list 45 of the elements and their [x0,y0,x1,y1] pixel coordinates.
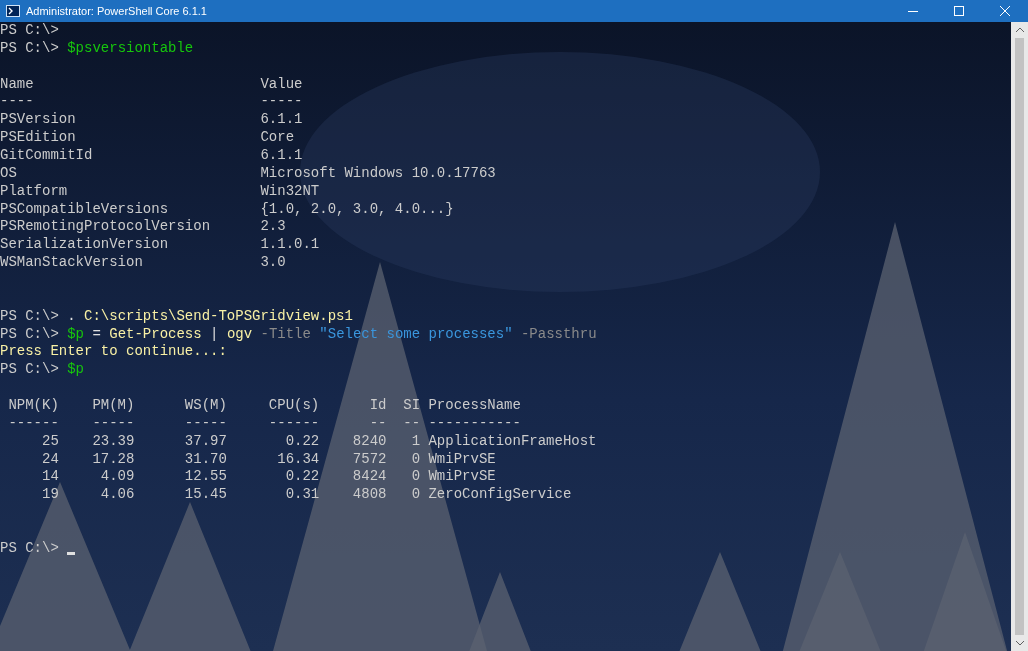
prompt-text: PS C:\> [0,361,60,380]
output-line: NPM(K) PM(M) WS(M) CPU(s) Id SI ProcessName [7,397,521,415]
operator-text: | [209,325,220,344]
message-text: Press Enter to continue...: [0,343,227,362]
output-line: Name Value [0,75,303,94]
prompt-text: PS C:\> [0,325,60,344]
command-text: ogv [226,325,253,344]
scroll-down-icon [1015,641,1024,646]
output-line: 19 4.06 15.45 0.31 4808 0 ZeroConfigService [41,486,572,505]
output-line: WSManStackVersion 3.0 [0,254,286,273]
output-line: GitCommitId 6.1.1 [0,147,303,165]
output-line: PSEdition Core [0,129,295,147]
window-title: Administrator: PowerShell Core 6.1.1 [26,3,207,19]
operator-text: = [91,325,102,344]
command-text: C:\scripts\Send-ToPSGridview.ps1 [84,307,353,326]
prompt-text: PS C:\> [0,22,60,40]
output-line: Platform Win32NT [0,182,320,201]
scroll-up-icon [1015,27,1024,32]
output-line: OS Microsoft Windows 10.0.17763 [0,164,496,183]
output-line: PSCompatibleVersions {1.0, 2.0, 3.0, 4.0...} [0,200,454,219]
scrollbar-thumb[interactable] [1015,38,1024,635]
prompt-text: PS C:\> [0,307,60,326]
close-icon [1000,6,1010,16]
variable-text: $p [67,361,85,380]
prompt-text: PS C:\> [0,39,60,58]
minimize-icon [908,10,918,12]
maximize-icon [954,6,964,16]
string-text: "Select some processes" [319,325,513,344]
variable-text: $psversiontable [67,39,194,58]
parameter-text: -Title [259,325,312,344]
output-line: PSVersion 6.1.1 [0,111,303,130]
output-line: SerializationVersion 1.1.0.1 [0,236,320,255]
scrollbar[interactable] [1011,22,1028,651]
output-line: 24 17.28 31.70 16.34 7572 0 WmiPrvSE [41,450,496,469]
operator-text: . [67,307,77,326]
variable-text: $p [67,325,85,344]
output-line: PSRemotingProtocolVersion 2.3 [0,218,286,237]
prompt-text: PS C:\> [0,539,60,558]
output-line: 14 4.09 12.55 0.22 8424 0 WmiPrvSE [41,468,496,487]
terminal-icon [6,5,20,17]
output-line: ---- ----- [0,93,303,112]
output-line: 25 23.39 37.97 0.22 8240 1 ApplicationFrameHost [41,432,597,451]
output-line: ------ ----- ----- ------ -- -- ----------- [7,414,521,433]
command-text: Get-Process [109,325,202,344]
parameter-text: -Passthru [519,325,597,344]
